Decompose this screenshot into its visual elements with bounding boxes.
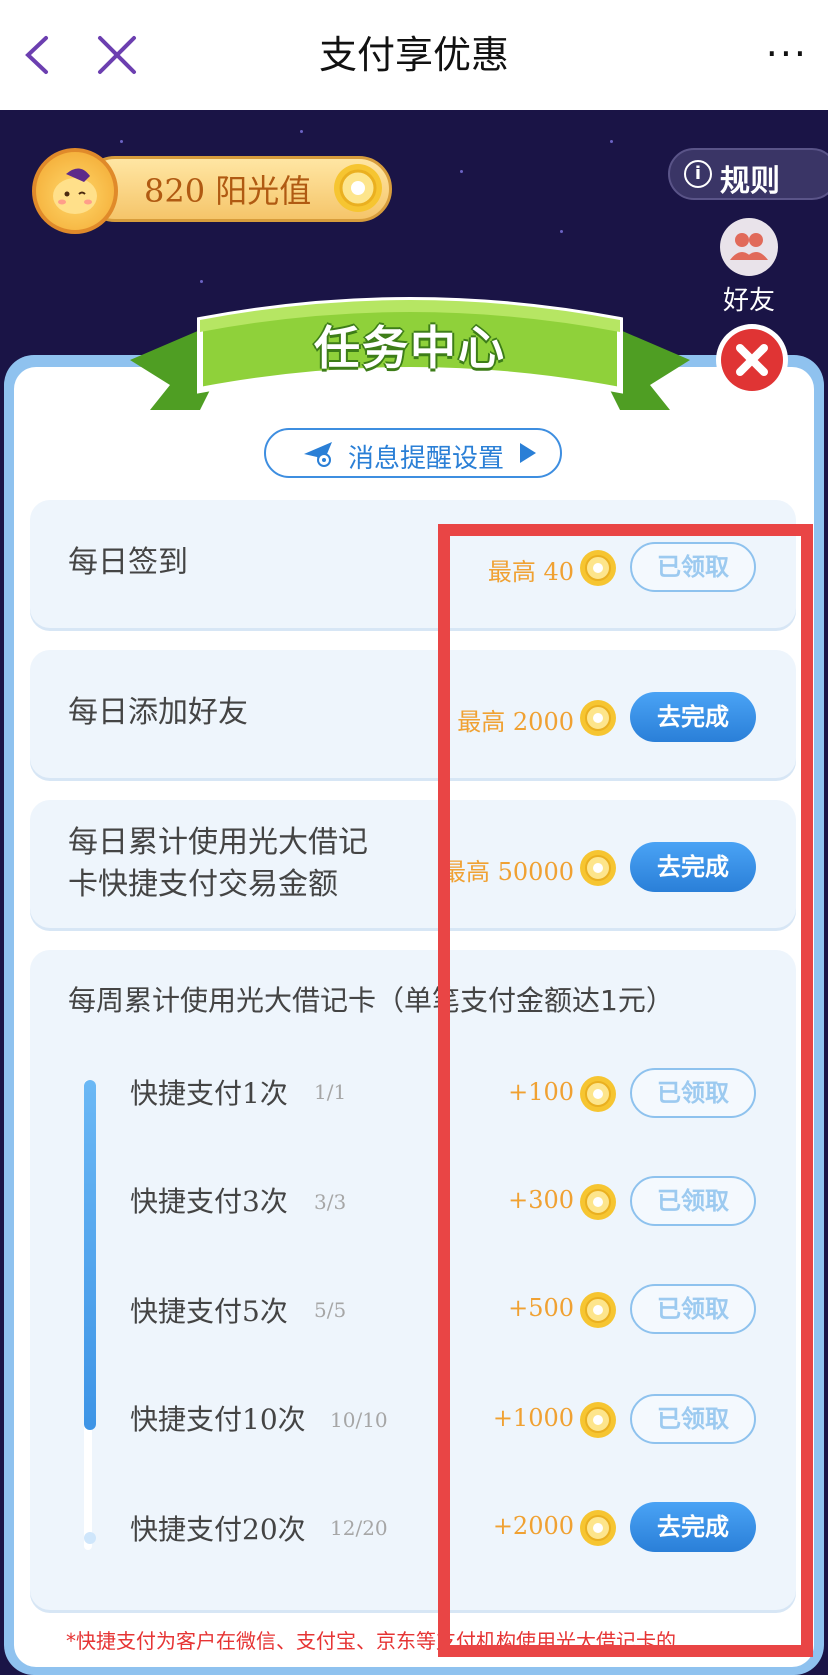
progress-fill bbox=[84, 1080, 96, 1430]
go-complete-button[interactable]: 去完成 bbox=[630, 842, 756, 892]
task-title: 每日添加好友 bbox=[68, 695, 248, 730]
mascot-avatar bbox=[32, 148, 118, 234]
subtask-reward: +2000 bbox=[492, 1512, 574, 1540]
claimed-button[interactable]: 已领取 bbox=[630, 1176, 756, 1226]
subtask-reward: +300 bbox=[508, 1186, 574, 1214]
sun-coin-icon bbox=[580, 1402, 616, 1438]
rules-label: 规则 bbox=[720, 164, 780, 199]
sun-coin-icon bbox=[580, 1292, 616, 1328]
sun-coin-icon bbox=[580, 1076, 616, 1112]
task-title: 每日签到 bbox=[68, 545, 188, 580]
subtask-title: 快捷支付10次 bbox=[130, 1403, 306, 1436]
claimed-button[interactable]: 已领取 bbox=[630, 1068, 756, 1118]
subtask-count: 5/5 bbox=[314, 1298, 347, 1322]
subtask-reward: +1000 bbox=[492, 1404, 574, 1432]
progress-dot bbox=[84, 1532, 96, 1544]
subtask-title: 快捷支付3次 bbox=[130, 1185, 288, 1218]
task-reward: 最高 50000 bbox=[442, 858, 574, 886]
subtask-title: 快捷支付1次 bbox=[130, 1077, 288, 1110]
friends-button[interactable]: 好友 bbox=[714, 218, 784, 317]
claimed-button[interactable]: 已领取 bbox=[630, 542, 756, 592]
sun-coin-icon bbox=[580, 850, 616, 886]
sun-coin-icon bbox=[580, 550, 616, 586]
subtask-count: 12/20 bbox=[330, 1516, 388, 1540]
subtask-count: 1/1 bbox=[314, 1080, 347, 1104]
close-panel-icon[interactable] bbox=[714, 322, 790, 398]
footnote: *快捷支付为客户在微信、支付宝、京东等支付机构使用光大借记卡的 bbox=[66, 1629, 676, 1653]
go-complete-button[interactable]: 去完成 bbox=[630, 1502, 756, 1552]
weekly-title: 每周累计使用光大借记卡（单笔支付金额达1元） bbox=[68, 984, 674, 1017]
sun-coin-icon bbox=[580, 1510, 616, 1546]
sun-coin-icon bbox=[334, 164, 382, 212]
task-title-line1: 每日累计使用光大借记 bbox=[68, 825, 368, 860]
page-title: 支付享优惠 bbox=[318, 33, 509, 77]
paper-plane-icon bbox=[304, 442, 332, 467]
subtask-count: 10/10 bbox=[330, 1408, 388, 1432]
subtask-title: 快捷支付5次 bbox=[130, 1295, 288, 1328]
sunshine-value: 820 阳光值 bbox=[144, 172, 312, 210]
task-title-line2: 卡快捷支付交易金额 bbox=[68, 867, 338, 902]
task-center-banner: 任务中心 bbox=[130, 290, 690, 425]
claimed-button[interactable]: 已领取 bbox=[630, 1394, 756, 1444]
claimed-button[interactable]: 已领取 bbox=[630, 1284, 756, 1334]
subtask-reward: +500 bbox=[508, 1294, 574, 1322]
sun-coin-icon bbox=[580, 700, 616, 736]
task-reward: 最高 40 bbox=[487, 558, 574, 586]
message-settings-button[interactable]: 消息提醒设置 bbox=[264, 428, 562, 478]
subtask-title: 快捷支付20次 bbox=[130, 1513, 306, 1546]
info-icon: i bbox=[684, 160, 712, 188]
subtask-reward: +100 bbox=[508, 1078, 574, 1106]
play-arrow-icon bbox=[520, 443, 536, 463]
nav-bar: 支付享优惠 ··· bbox=[0, 0, 828, 110]
message-settings-label: 消息提醒设置 bbox=[348, 444, 505, 474]
friends-icon bbox=[720, 218, 778, 276]
rules-button[interactable]: i 规则 bbox=[668, 148, 828, 200]
task-reward: 最高 2000 bbox=[457, 708, 574, 736]
sunshine-balance[interactable]: 820 阳光值 bbox=[32, 148, 392, 234]
subtask-count: 3/3 bbox=[314, 1190, 347, 1214]
mascot-icon bbox=[53, 168, 97, 214]
go-complete-button[interactable]: 去完成 bbox=[630, 692, 756, 742]
friends-label: 好友 bbox=[722, 286, 775, 316]
banner-title: 任务中心 bbox=[314, 321, 506, 375]
more-menu-icon[interactable]: ··· bbox=[766, 32, 808, 76]
sun-coin-icon bbox=[580, 1184, 616, 1220]
